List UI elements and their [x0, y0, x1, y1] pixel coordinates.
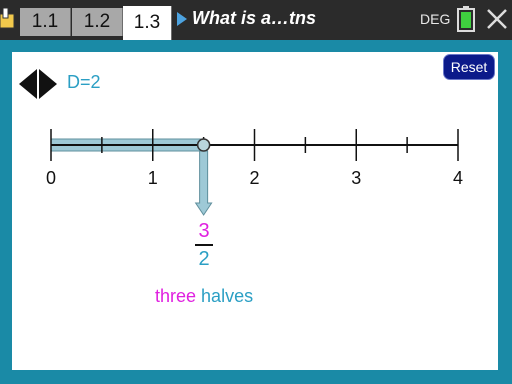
- tick-label-4: 4: [452, 168, 463, 188]
- close-icon[interactable]: [486, 8, 508, 30]
- tick-label-3: 3: [351, 168, 362, 188]
- tab-1-1[interactable]: 1.1: [20, 8, 71, 36]
- play-arrow-icon: [177, 12, 187, 26]
- fraction-denominator: 2: [198, 248, 210, 270]
- fraction-bar: [195, 244, 213, 246]
- tab-1-3[interactable]: 1.3: [123, 6, 172, 40]
- battery-icon: [457, 6, 475, 32]
- angle-mode-indicator: DEG: [420, 11, 451, 27]
- content-panel: Reset D=2 0 1 2 3 4 3 2 three halves: [12, 52, 498, 370]
- number-line: [50, 129, 459, 216]
- numerator-word: three: [155, 286, 197, 306]
- fraction-display: 3 2: [190, 220, 218, 270]
- document-title: What is a…tns: [192, 8, 317, 28]
- fraction-words: three halves: [155, 286, 253, 307]
- tick-label-0: 0: [45, 168, 56, 188]
- point-handle[interactable]: [196, 138, 211, 152]
- hand-pointer-icon[interactable]: [0, 8, 20, 32]
- tick-label-1: 1: [147, 168, 158, 188]
- denominator-word: halves: [201, 286, 254, 306]
- tick-label-2: 2: [249, 168, 260, 188]
- top-bar: 1.1 1.2 1.3 What is a…tns DEG: [0, 0, 512, 40]
- fraction-numerator: 3: [198, 220, 210, 242]
- tab-1-2[interactable]: 1.2: [72, 8, 123, 36]
- drop-arrow: [194, 150, 213, 216]
